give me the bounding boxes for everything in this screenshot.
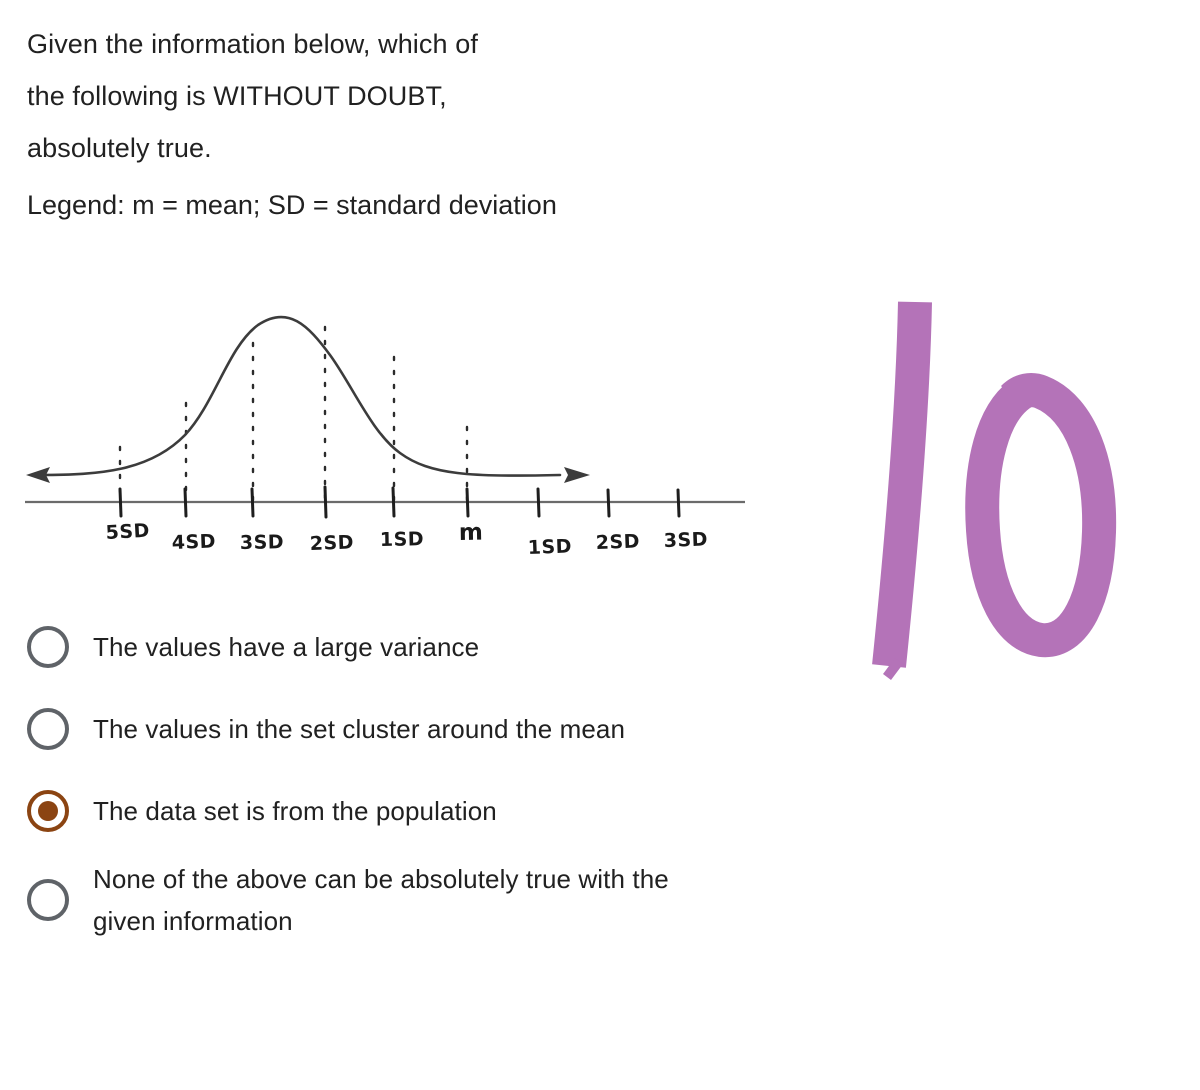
question-line-3: absolutely true. — [27, 133, 212, 163]
option-row-1[interactable]: The values have a large variance — [27, 612, 727, 682]
option-label-1: The values have a large variance — [93, 632, 480, 662]
drop-lines — [118, 325, 469, 502]
grade-digit-one-tail — [883, 658, 903, 680]
radio-button-1[interactable] — [27, 626, 69, 668]
question-line-2: the following is WITHOUT DOUBT, — [27, 81, 447, 111]
normal-distribution-diagram: 5SD 4SD 3SD 2SD 1SD m 1SD 2SD 3SD — [0, 285, 770, 575]
tick-label-7: 2SD — [595, 530, 640, 554]
right-tail-arrow-icon — [564, 467, 590, 483]
tick-label-8: 3SD — [663, 528, 708, 552]
tick-label-4: 1SD — [380, 528, 425, 551]
tick-label-1: 4SD — [171, 530, 216, 554]
question-block: Given the information below, which of th… — [27, 18, 727, 231]
option-row-4[interactable]: None of the above can be absolutely true… — [27, 858, 727, 942]
option-label-2: The values in the set cluster around the… — [93, 714, 626, 744]
option-row-3[interactable]: The data set is from the population — [27, 776, 727, 846]
radio-button-2[interactable] — [27, 708, 69, 750]
option-row-2[interactable]: The values in the set cluster around the… — [27, 694, 727, 764]
radio-button-4[interactable] — [27, 879, 69, 921]
tick-label-0: 5SD — [105, 520, 150, 544]
answer-options-list: The values have a large variance The val… — [27, 612, 727, 954]
tick-label-2: 3SD — [240, 531, 285, 554]
tick-label-mean: m — [459, 520, 484, 546]
grade-digit-zero — [965, 373, 1117, 658]
question-line-1: Given the information below, which of — [27, 29, 478, 59]
option-label-3: The data set is from the population — [93, 796, 497, 826]
tick-label-6: 1SD — [527, 535, 572, 559]
tick-label-3: 2SD — [309, 531, 354, 555]
radio-button-3-selected[interactable] — [27, 790, 69, 832]
option-label-4: None of the above can be absolutely true… — [93, 864, 669, 936]
handwritten-grade-annotation — [845, 280, 1145, 700]
axis-tick-labels: 5SD 4SD 3SD 2SD 1SD m 1SD 2SD 3SD — [105, 520, 708, 559]
bell-curve-path — [38, 315, 562, 477]
grade-digit-one — [872, 301, 932, 668]
legend-text: Legend: m = mean; SD = standard deviatio… — [27, 190, 557, 220]
